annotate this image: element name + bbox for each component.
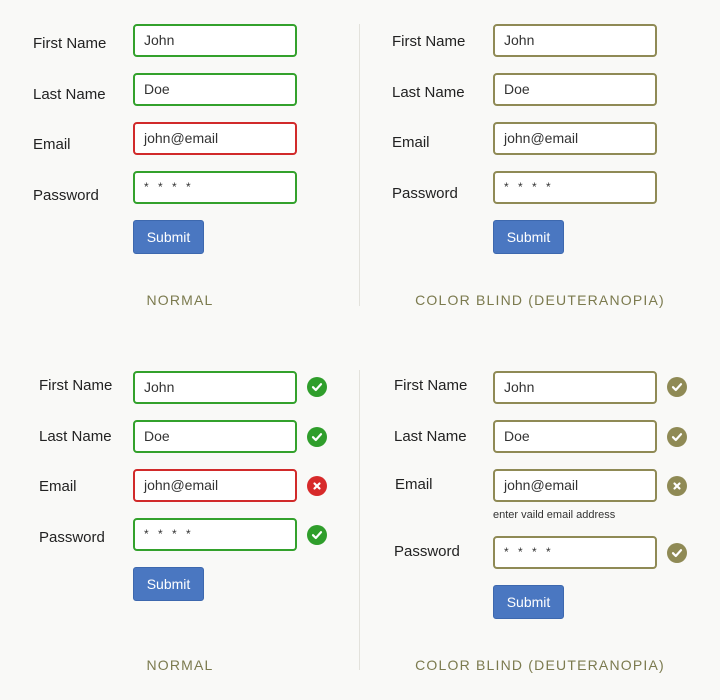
- caption-normal: NORMAL: [146, 292, 214, 308]
- password-label: Password: [39, 529, 105, 546]
- first-name-label: First Name: [33, 35, 107, 52]
- submit-button[interactable]: Submit: [133, 220, 204, 254]
- email-label: Email: [392, 134, 430, 151]
- first-name-label: First Name: [39, 377, 113, 394]
- divider-top: [359, 24, 360, 306]
- email-field[interactable]: john@email: [133, 469, 297, 502]
- check-icon: [667, 427, 687, 447]
- last-name-field[interactable]: Doe: [493, 420, 657, 453]
- password-label: Password: [394, 543, 460, 560]
- password-field[interactable]: * * * *: [133, 518, 297, 551]
- x-icon: [307, 476, 327, 496]
- first-name-field[interactable]: John: [493, 24, 657, 57]
- password-field[interactable]: * * * *: [493, 536, 657, 569]
- first-name-field[interactable]: John: [133, 24, 297, 57]
- email-label: Email: [33, 136, 71, 153]
- password-label: Password: [392, 185, 458, 202]
- x-icon: [667, 476, 687, 496]
- last-name-label: Last Name: [33, 86, 106, 103]
- divider-bottom: [359, 370, 360, 670]
- email-error-hint: enter vaild email address: [493, 509, 616, 521]
- first-name-label: First Name: [394, 377, 468, 394]
- caption-color-blind: COLOR BLIND (DEUTERANOPIA): [415, 657, 665, 673]
- first-name-label: First Name: [392, 33, 466, 50]
- last-name-label: Last Name: [394, 428, 467, 445]
- check-icon: [667, 543, 687, 563]
- last-name-field[interactable]: Doe: [133, 420, 297, 453]
- last-name-label: Last Name: [392, 84, 465, 101]
- password-field[interactable]: * * * *: [493, 171, 657, 204]
- email-field[interactable]: john@email: [493, 469, 657, 502]
- email-label: Email: [39, 478, 77, 495]
- check-icon: [307, 525, 327, 545]
- last-name-label: Last Name: [39, 428, 112, 445]
- email-label: Email: [395, 476, 433, 493]
- submit-button[interactable]: Submit: [133, 567, 204, 601]
- check-icon: [307, 377, 327, 397]
- last-name-field[interactable]: Doe: [493, 73, 657, 106]
- check-icon: [307, 427, 327, 447]
- check-icon: [667, 377, 687, 397]
- submit-button[interactable]: Submit: [493, 585, 564, 619]
- password-label: Password: [33, 187, 99, 204]
- password-field[interactable]: * * * *: [133, 171, 297, 204]
- caption-normal: NORMAL: [146, 657, 214, 673]
- first-name-field[interactable]: John: [493, 371, 657, 404]
- email-field[interactable]: john@email: [493, 122, 657, 155]
- first-name-field[interactable]: John: [133, 371, 297, 404]
- last-name-field[interactable]: Doe: [133, 73, 297, 106]
- email-field[interactable]: john@email: [133, 122, 297, 155]
- caption-color-blind: COLOR BLIND (DEUTERANOPIA): [415, 292, 665, 308]
- submit-button[interactable]: Submit: [493, 220, 564, 254]
